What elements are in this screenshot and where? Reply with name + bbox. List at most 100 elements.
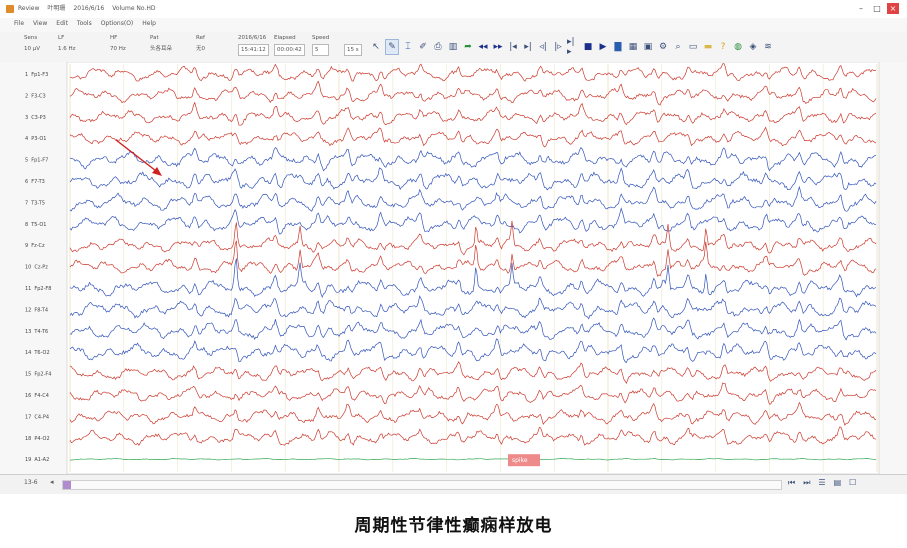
toolbar-field-value[interactable]: 15 s — [344, 44, 362, 56]
pointer-icon[interactable]: ↖ — [370, 40, 382, 54]
channel-name: T5-O1 — [30, 222, 46, 228]
status-bar: 13-6 ◂ ⏮ ⏭ ☰ ▤ ☐ — [0, 474, 907, 494]
monitor-icon[interactable]: ▭ — [687, 40, 699, 54]
play-back-icon[interactable]: ◃| — [537, 40, 549, 54]
channel-number: 17 — [25, 414, 31, 420]
play-forward-icon[interactable]: |▹ — [552, 40, 564, 54]
toolbar-field-value[interactable]: 10 μV — [24, 44, 40, 54]
next-page-icon[interactable]: ⏭ — [803, 478, 810, 488]
channel-label[interactable]: 7 T3-T5 — [25, 200, 45, 206]
channel-label[interactable]: 18 P4-O2 — [25, 436, 50, 442]
pen-icon[interactable]: ✐ — [417, 40, 429, 54]
cursor-icon[interactable]: ⌶ — [402, 40, 414, 54]
window-icon[interactable]: ☐ — [849, 478, 856, 488]
menu-bar: File View Edit Tools Options(O) Help — [14, 18, 156, 30]
channel-number: 19 — [25, 457, 31, 463]
video-icon[interactable]: ▣ — [642, 40, 654, 54]
timeline-scrollbar[interactable] — [62, 480, 782, 490]
first-page-icon[interactable]: ⏮ — [788, 478, 795, 488]
close-button[interactable]: × — [887, 3, 899, 14]
channel-number: 8 — [25, 222, 28, 228]
step-back-icon[interactable]: |◂ — [507, 40, 519, 54]
channel-label[interactable]: 11 Fp2-F8 — [25, 286, 51, 292]
channel-name: F3-C3 — [31, 93, 46, 99]
minimize-button[interactable]: – — [855, 3, 867, 14]
trace-canvas[interactable] — [66, 62, 880, 474]
zoom-icon[interactable]: ⌕ — [672, 40, 684, 54]
channel-label[interactable]: 17 C4-P4 — [25, 414, 49, 420]
channel-label[interactable]: 15 Fp2-F4 — [25, 372, 51, 378]
menu-item-view[interactable]: View — [33, 18, 47, 30]
toolbar-field: HF 70 Hz — [110, 34, 126, 54]
channel-label[interactable]: 14 T6-O2 — [25, 350, 50, 356]
folder-icon[interactable]: ▬ — [702, 40, 714, 54]
figure-caption: 周期性节律性癫痫样放电 — [354, 516, 553, 536]
maximize-button[interactable]: □ — [871, 3, 883, 14]
play-icon[interactable]: ▶ — [597, 40, 609, 54]
toolbar-field-value[interactable]: 70 Hz — [110, 44, 126, 54]
toolbar-icons: ↖ ✎ ⌶ ✐ ⎙ ▥ ➦ ◂◂ ▸▸ |◂ ▸| ◃| |▹ ▸|▸ ■ ▶ ▇ ▦ ▣ ⚙ ⌕ ▭ ▬? ◍ ◈ ≋ — [370, 37, 774, 57]
fast-forward-icon[interactable]: ▸▸ — [492, 40, 504, 54]
step-forward-icon[interactable]: ▸| — [522, 40, 534, 54]
channel-number: 11 — [25, 286, 31, 292]
channel-name: C3-P3 — [31, 115, 46, 121]
menu-item-optionso[interactable]: Options(O) — [101, 18, 134, 30]
channel-name: P4-O2 — [34, 436, 49, 442]
menu-item-help[interactable]: Help — [142, 18, 156, 30]
window-controls: – □ × — [855, 3, 899, 14]
menu-item-tools[interactable]: Tools — [77, 18, 92, 30]
channel-label[interactable]: 19 A1-A2 — [25, 457, 49, 463]
channel-label[interactable]: 12 F8-T4 — [25, 307, 48, 313]
list-icon[interactable]: ☰ — [818, 478, 825, 488]
channel-number: 6 — [25, 179, 28, 185]
channel-name: F8-T4 — [34, 307, 48, 313]
channel-number: 7 — [25, 200, 28, 206]
analysis-icon[interactable]: ≋ — [762, 40, 774, 54]
toolbar-field-value[interactable]: 头各耳朵 — [150, 44, 172, 54]
channel-label[interactable]: 16 F4-C4 — [25, 393, 49, 399]
channel-name: T4-T6 — [33, 329, 48, 335]
title-part: 叶明珊 — [47, 5, 66, 12]
toolbar-field-value[interactable]: 5 — [312, 44, 330, 56]
channel-label[interactable]: 3 C3-P3 — [25, 115, 46, 121]
globe-icon[interactable]: ◍ — [732, 40, 744, 54]
toolbar-field-label — [344, 34, 362, 43]
title-part: Volume No.HD — [112, 5, 156, 12]
settings-icon[interactable]: ⚙ — [657, 40, 669, 54]
page-forward-icon[interactable]: ▸|▸ — [567, 37, 579, 57]
title-part: 2016/6/16 — [73, 5, 105, 12]
layout-icon[interactable]: ▤ — [834, 478, 842, 488]
chart-icon[interactable]: ▥ — [447, 40, 459, 54]
print-icon[interactable]: ⎙ — [432, 40, 444, 54]
channel-label[interactable]: 10 Cz-Pz — [25, 265, 48, 271]
app-icon — [6, 5, 14, 13]
menu-item-file[interactable]: File — [14, 18, 24, 30]
toolbar-field: Pat 头各耳朵 — [150, 34, 172, 54]
rewind-icon[interactable]: ◂◂ — [477, 40, 489, 54]
channel-number: 1 — [25, 72, 28, 78]
toolbar-field-label: HF — [110, 35, 118, 41]
toolbar-field-value[interactable]: 00:00:42 — [274, 44, 305, 56]
toolbar-field: 2016/6/16 15:41:12 — [238, 34, 269, 56]
prev-page-button[interactable]: ◂ — [50, 478, 54, 486]
channel-name: Fp2-F8 — [34, 286, 51, 292]
help-icon[interactable]: ? — [717, 40, 729, 54]
menu-item-edit[interactable]: Edit — [56, 18, 68, 30]
stop-icon[interactable]: ■ — [582, 40, 594, 54]
channel-label[interactable]: 2 F3-C3 — [25, 93, 46, 99]
toolbar-field-label: Speed — [312, 35, 330, 41]
channel-label[interactable]: 9 Fz-Cz — [25, 243, 45, 249]
channel-label[interactable]: 13 T4-T6 — [25, 329, 48, 335]
export-icon[interactable]: ➦ — [462, 40, 474, 54]
montage-icon[interactable]: ▦ — [627, 40, 639, 54]
toolbar-field-value[interactable]: 15:41:12 — [238, 44, 269, 56]
channel-label[interactable]: 6 F7-T3 — [25, 179, 45, 185]
toolbar-field-value[interactable]: 1.6 Hz — [58, 44, 76, 54]
timeline-scroll-thumb[interactable] — [63, 481, 71, 489]
bar-chart-icon[interactable]: ▇ — [612, 40, 624, 54]
marker-icon[interactable]: ✎ — [385, 39, 399, 55]
toolbar-field-value[interactable]: 无0 — [196, 44, 205, 54]
map-icon[interactable]: ◈ — [747, 40, 759, 54]
toolbar-field: LF 1.6 Hz — [58, 34, 76, 54]
toolbar-field-label: Ref — [196, 35, 205, 41]
